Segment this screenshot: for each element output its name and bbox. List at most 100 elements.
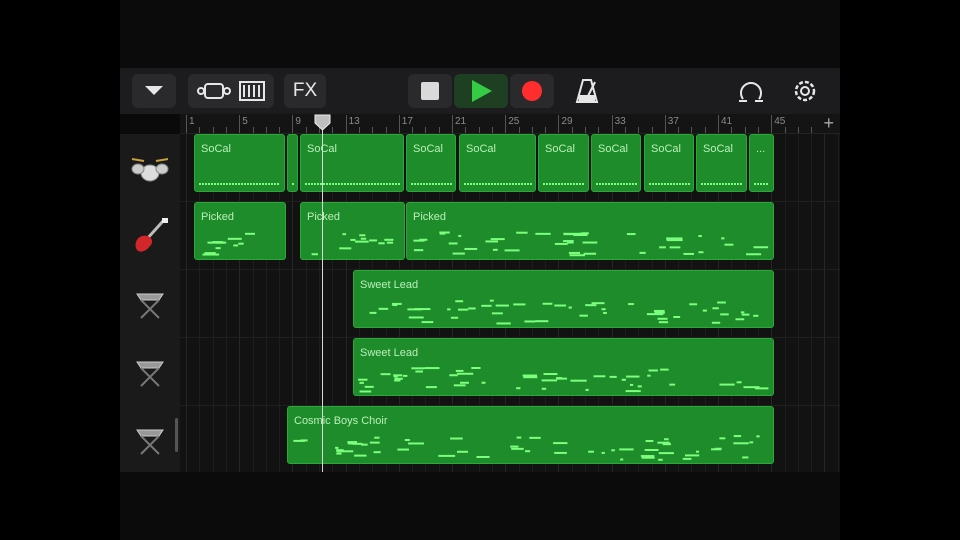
region[interactable] — [287, 134, 298, 192]
ruler-tick — [757, 127, 759, 133]
ruler-tick — [305, 127, 307, 133]
ruler-tick — [265, 127, 267, 133]
drum-kit-icon — [131, 158, 169, 182]
tracks-view-icon — [197, 83, 231, 99]
ruler-tick — [611, 115, 613, 133]
add-section-button[interactable]: + — [823, 113, 834, 134]
ruler-tick — [571, 127, 573, 133]
midi-notes — [413, 231, 769, 257]
ruler-tick — [398, 115, 400, 133]
region-label: SoCal — [201, 143, 231, 155]
track-header-guitar[interactable] — [120, 202, 180, 270]
stop-button[interactable] — [408, 74, 452, 108]
ruler-number: 17 — [401, 116, 413, 127]
ruler-tick — [212, 127, 214, 133]
play-button[interactable] — [454, 74, 508, 108]
track-scroll-indicator[interactable] — [175, 418, 178, 452]
ruler-tick — [505, 115, 507, 133]
fx-button[interactable]: FX — [284, 74, 326, 108]
region[interactable]: SoCal — [194, 134, 285, 192]
region[interactable]: Picked — [406, 202, 774, 260]
region[interactable]: Cosmic Boys Choir — [287, 406, 774, 464]
ruler-tick — [438, 127, 440, 133]
ruler-tick — [691, 127, 693, 133]
region-label: Cosmic Boys Choir — [294, 415, 388, 427]
ruler-tick — [651, 127, 653, 133]
settings-button[interactable] — [784, 74, 826, 108]
region[interactable]: ... — [749, 134, 774, 192]
record-icon — [522, 81, 542, 101]
track-header-keyboard-2[interactable] — [120, 338, 180, 406]
ruler-tick — [199, 127, 201, 133]
region[interactable]: SoCal — [644, 134, 694, 192]
region-label: SoCal — [703, 143, 733, 155]
playhead-line — [322, 118, 323, 472]
region[interactable]: SoCal — [406, 134, 456, 192]
track-header-drums[interactable] — [120, 134, 180, 202]
midi-notes — [199, 183, 279, 185]
ruler-number: 37 — [667, 116, 679, 127]
midi-notes — [369, 299, 759, 325]
region-label: Picked — [201, 211, 235, 223]
ruler-number: 25 — [508, 116, 520, 127]
region[interactable]: SoCal — [300, 134, 404, 192]
ruler-tick — [252, 127, 254, 133]
ruler-tick — [771, 115, 773, 133]
mixer-icon — [239, 81, 265, 101]
midi-notes — [543, 183, 584, 185]
ruler-tick — [239, 115, 241, 133]
ruler-number: 13 — [348, 116, 360, 127]
control-bar: FX — [120, 68, 840, 114]
region-label: Picked — [307, 211, 341, 223]
tracks-area[interactable]: SoCal SoCal SoCal SoCal SoCal SoCal SoCa… — [180, 134, 840, 472]
region[interactable]: SoCal — [696, 134, 747, 192]
region[interactable]: Picked — [300, 202, 405, 260]
bar-ruler[interactable]: 1 5 9 13 17 21 25 29 33 37 41 45 + — [180, 113, 840, 134]
electric-guitar-icon — [135, 218, 168, 252]
browser-button[interactable] — [132, 74, 176, 108]
region[interactable]: Sweet Lead — [353, 270, 774, 328]
record-button[interactable] — [510, 74, 554, 108]
ruler-number: 29 — [561, 116, 573, 127]
view-toggle-button[interactable] — [188, 74, 274, 108]
ruler-tick — [784, 127, 786, 133]
ruler-tick — [385, 127, 387, 133]
midi-notes — [292, 183, 294, 185]
ruler-number: 45 — [774, 116, 786, 127]
region[interactable]: SoCal — [459, 134, 536, 192]
track-headers — [120, 134, 180, 472]
ruler-tick — [558, 115, 560, 133]
ruler-tick — [412, 127, 414, 133]
ruler-tick — [225, 127, 227, 133]
midi-notes — [293, 435, 760, 461]
ruler-tick — [638, 127, 640, 133]
region-label: Sweet Lead — [360, 347, 419, 359]
ruler-tick — [624, 127, 626, 133]
midi-notes — [701, 183, 742, 185]
midi-notes — [358, 367, 769, 393]
midi-notes — [311, 233, 394, 256]
bottom-space — [120, 472, 840, 540]
loop-browser-button[interactable] — [730, 74, 772, 108]
midi-notes — [202, 232, 256, 256]
region-label: SoCal — [598, 143, 628, 155]
region[interactable]: SoCal — [538, 134, 589, 192]
metronome-button[interactable] — [566, 74, 608, 108]
ruler-tick — [491, 127, 493, 133]
garageband-app: FX 1 5 9 13 17 21 25 29 33 37 41 45 + So… — [120, 0, 840, 540]
lane-drums: SoCal SoCal SoCal SoCal SoCal SoCal SoCa… — [180, 134, 840, 202]
track-header-keyboard-1[interactable] — [120, 270, 180, 338]
track-header-keyboard-3[interactable] — [120, 406, 180, 474]
ruler-tick — [585, 127, 586, 133]
ruler-tick — [545, 127, 547, 133]
ruler-tick — [425, 127, 427, 133]
keyboard-icon — [136, 293, 164, 319]
metronome-icon — [575, 79, 599, 103]
ruler-tick — [704, 127, 706, 133]
region[interactable]: Sweet Lead — [353, 338, 774, 396]
region[interactable]: Picked — [194, 202, 286, 260]
ruler-tick — [811, 127, 813, 133]
ruler-tick — [518, 127, 520, 133]
playhead-handle[interactable] — [314, 114, 331, 131]
region[interactable]: SoCal — [591, 134, 641, 192]
